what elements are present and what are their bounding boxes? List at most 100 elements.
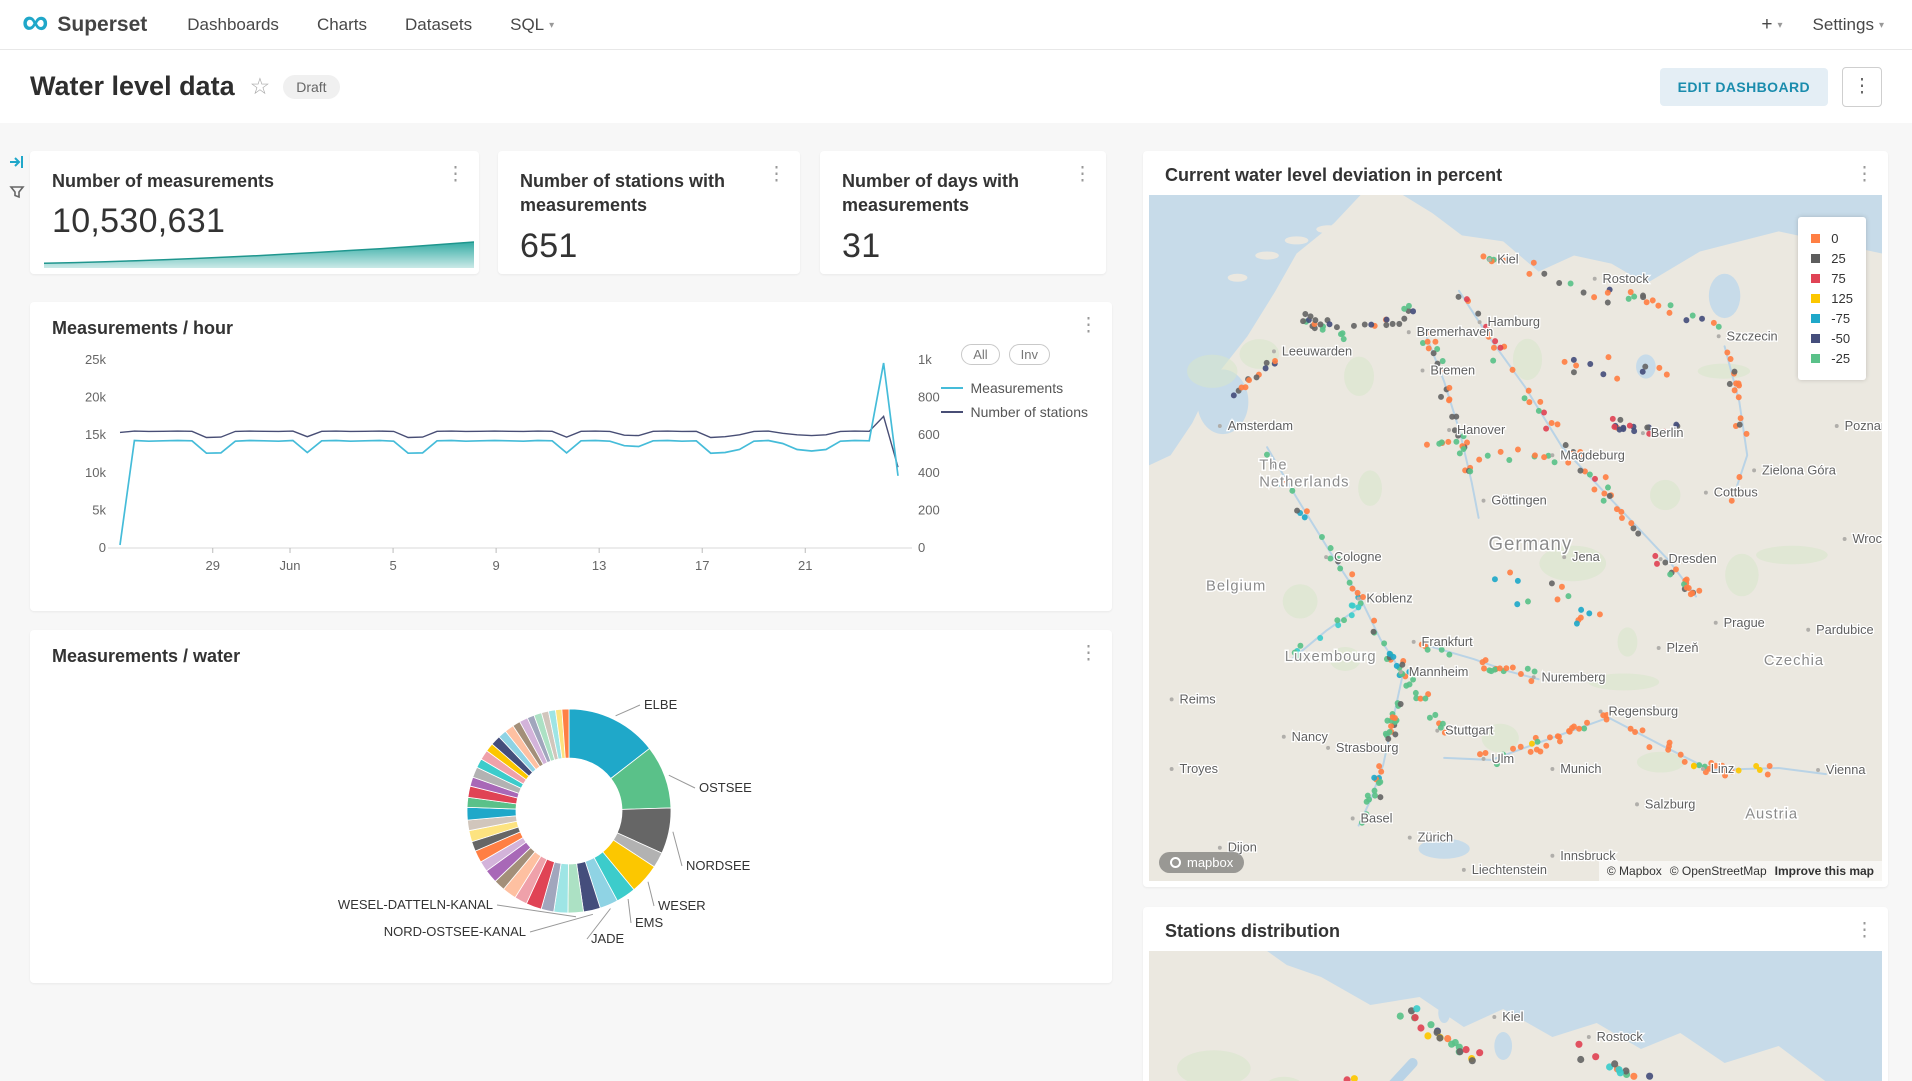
station-dot [1592, 476, 1598, 482]
station-dot [1628, 520, 1634, 526]
station-dot [1410, 308, 1416, 314]
station-dot [1620, 425, 1626, 431]
stations-map[interactable]: KielRostock [1149, 951, 1882, 1081]
nav-item-datasets[interactable]: Datasets [405, 15, 472, 35]
station-dot [1469, 1057, 1476, 1064]
station-dot [1503, 665, 1509, 671]
city-label: Göttingen [1491, 493, 1546, 508]
legend-inv-button[interactable]: Inv [1009, 344, 1050, 365]
city-label: Rostock [1603, 271, 1650, 286]
map-legend-entry: -25 [1811, 351, 1853, 366]
station-dot [1575, 1041, 1582, 1048]
improve-map-link[interactable]: Improve this map [1775, 864, 1874, 878]
edit-dashboard-button[interactable]: EDIT DASHBOARD [1660, 68, 1828, 106]
chart-title: Stations distribution [1165, 921, 1340, 942]
station-dot [1481, 665, 1487, 671]
deviation-map[interactable]: TheNetherlandsGermanyBelgiumLuxembourgCz… [1149, 195, 1882, 881]
chart-options-icon[interactable]: ⋮ [1079, 644, 1098, 663]
station-dot [1476, 1049, 1483, 1056]
station-dot [1644, 425, 1650, 431]
city-label: Plzeň [1667, 640, 1699, 655]
dashboard-grid: ⋮ Number of measurements 10,530,631 ⋮ Nu… [0, 123, 1912, 1081]
chart-options-icon[interactable]: ⋮ [1855, 165, 1874, 184]
station-dot [1392, 731, 1398, 737]
station-dot [1350, 586, 1356, 592]
chart-options-icon[interactable]: ⋮ [446, 165, 465, 184]
station-dot [1628, 726, 1634, 732]
osm-link[interactable]: © OpenStreetMap [1670, 864, 1767, 878]
station-dot [1571, 357, 1577, 363]
station-dot [1555, 733, 1561, 739]
station-dot [1738, 415, 1744, 421]
station-dot [1618, 509, 1624, 515]
brand-name: Superset [57, 13, 147, 37]
station-dot [1368, 322, 1374, 328]
chart-card-measurements-per-hour: ⋮ Measurements / hour All Inv Measuremen… [30, 302, 1112, 611]
chevron-down-icon: ▾ [549, 20, 554, 31]
station-dot [1384, 317, 1390, 323]
city-label: Szczecin [1727, 328, 1778, 343]
station-dot [1549, 580, 1555, 586]
dashboard-menu-button[interactable]: ⋮ [1842, 67, 1882, 107]
station-dot [1355, 604, 1361, 610]
station-dot [1319, 534, 1325, 540]
station-dot [1626, 296, 1632, 302]
station-dot [1347, 580, 1353, 586]
mapbox-link[interactable]: © Mapbox [1607, 864, 1662, 878]
svg-text:Jun: Jun [280, 558, 301, 573]
station-dot [1603, 474, 1609, 480]
station-dot [1422, 695, 1428, 701]
chart-title: Current water level deviation in percent [1165, 165, 1502, 186]
legend-all-button[interactable]: All [961, 344, 999, 365]
mapbox-logo[interactable]: mapbox [1159, 852, 1244, 873]
station-dot [1605, 300, 1611, 306]
station-dot [1543, 426, 1549, 432]
station-dot [1327, 321, 1333, 327]
station-dot [1371, 775, 1377, 781]
page-title: Water level data [30, 71, 235, 102]
station-dot [1578, 607, 1584, 613]
station-dot [1431, 350, 1437, 356]
station-dot [1518, 671, 1524, 677]
station-dot [1656, 365, 1662, 371]
station-dot [1646, 744, 1652, 750]
station-dot [1510, 367, 1516, 373]
station-dot [1640, 294, 1646, 300]
station-dot [1526, 399, 1532, 405]
station-dot [1537, 399, 1543, 405]
favorite-star-icon[interactable]: ☆ [250, 73, 271, 100]
city-label: Amsterdam [1228, 418, 1293, 433]
svg-text:9: 9 [493, 558, 500, 573]
station-dot [1571, 369, 1577, 375]
station-dot [1600, 371, 1606, 377]
nav-item-charts[interactable]: Charts [317, 15, 367, 35]
expand-filter-bar-icon[interactable] [8, 153, 26, 176]
chart-options-icon[interactable]: ⋮ [1073, 165, 1092, 184]
superset-logo[interactable]: ∞ Superset [22, 12, 147, 37]
city-label: Nancy [1292, 729, 1329, 744]
svg-text:1k: 1k [918, 352, 932, 367]
filter-icon[interactable] [8, 183, 26, 206]
svg-text:13: 13 [592, 558, 606, 573]
chart-options-icon[interactable]: ⋮ [1079, 316, 1098, 335]
station-dot [1541, 271, 1547, 277]
svg-text:400: 400 [918, 465, 940, 480]
station-dot [1349, 602, 1355, 608]
new-button[interactable]: +▾ [1761, 14, 1782, 36]
legend-item-number-of-stations[interactable]: Number of stations [941, 404, 1089, 420]
station-dot [1320, 327, 1326, 333]
chart-options-icon[interactable]: ⋮ [1855, 921, 1874, 940]
station-dot [1587, 472, 1593, 478]
legend-item-measurements[interactable]: Measurements [941, 380, 1089, 396]
station-dot [1246, 377, 1252, 383]
station-dot [1360, 594, 1366, 600]
country-label: Luxembourg [1285, 648, 1377, 665]
station-dot [1673, 566, 1679, 572]
station-dot [1765, 771, 1771, 777]
chart-options-icon[interactable]: ⋮ [767, 165, 786, 184]
kpi-value: 10,530,631 [52, 202, 457, 241]
nav-item-dashboards[interactable]: Dashboards [187, 15, 279, 35]
city-label: Rostock [1597, 1029, 1644, 1044]
settings-menu[interactable]: Settings▾ [1813, 15, 1884, 35]
nav-item-sql[interactable]: SQL▾ [510, 15, 554, 35]
